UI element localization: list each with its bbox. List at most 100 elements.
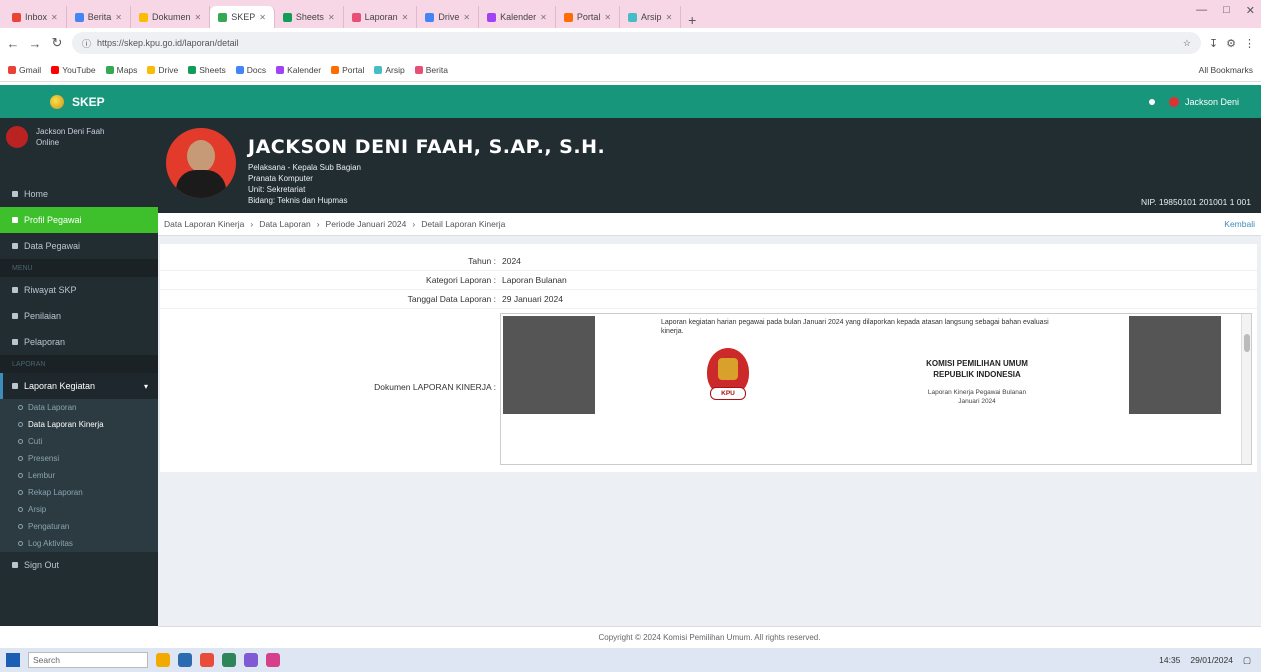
tab-close-icon[interactable]: ✕ — [115, 13, 122, 22]
sidebar-item[interactable]: Pelaporan — [0, 329, 158, 355]
doc-subtitle: Laporan Kinerja Pegawai Bulanan Januari … — [847, 388, 1107, 406]
bookmark-link[interactable]: Portal — [331, 65, 364, 75]
brand[interactable]: SKEP — [0, 94, 158, 109]
tab-close-icon[interactable]: ✕ — [666, 13, 673, 22]
new-tab-button[interactable]: + — [681, 12, 703, 28]
tab-favicon-icon — [563, 12, 573, 22]
url-text[interactable]: https://skep.kpu.go.id/laporan/detail — [97, 38, 1177, 48]
forward-icon[interactable]: → — [28, 36, 42, 51]
browser-tab[interactable]: Berita ✕ — [67, 6, 131, 28]
bookmark-link[interactable]: Berita — [414, 65, 448, 75]
sidebar-item[interactable]: Profil Pegawai — [0, 207, 158, 233]
sidebar-subitem[interactable]: Data Laporan — [0, 399, 158, 416]
tab-title: Portal — [576, 12, 601, 22]
clock-date[interactable]: 29/01/2024 — [1190, 655, 1233, 665]
start-icon[interactable] — [6, 653, 20, 667]
sidebar-item[interactable]: Home — [0, 181, 158, 207]
all-bookmarks-link[interactable]: All Bookmarks — [1199, 65, 1253, 75]
bookmark-favicon-icon — [276, 65, 285, 74]
sidebar-subitem[interactable]: Presensi — [0, 450, 158, 467]
browser-tab[interactable]: Sheets ✕ — [275, 6, 344, 28]
sidebar-item[interactable]: Sign Out — [0, 552, 158, 578]
site-info-icon[interactable]: ⓘ — [82, 37, 91, 50]
back-icon[interactable]: ← — [6, 36, 20, 51]
sidebar-item[interactable]: Data Pegawai — [0, 233, 158, 259]
circle-icon — [18, 524, 23, 529]
bookmark-link[interactable]: Gmail — [8, 65, 41, 75]
tab-close-icon[interactable]: ✕ — [328, 13, 335, 22]
tab-favicon-icon — [351, 12, 361, 22]
tab-title: Kalender — [500, 12, 537, 22]
sidebar-subitem[interactable]: Cuti — [0, 433, 158, 450]
sidebar-item[interactable]: Penilaian — [0, 303, 158, 329]
os-taskbar: Search 14:35 29/01/2024 ▢ — [0, 648, 1261, 672]
clock-time[interactable]: 14:35 — [1159, 655, 1180, 665]
bookmark-link[interactable]: YouTube — [51, 65, 96, 75]
bookmark-star-icon[interactable]: ☆ — [1183, 38, 1191, 49]
browser-tab[interactable]: SKEP ✕ — [210, 6, 275, 28]
browser-tab[interactable]: Drive ✕ — [417, 6, 480, 28]
extensions-icon[interactable]: ⚙ — [1226, 37, 1236, 50]
menu-item-icon — [12, 243, 18, 249]
breadcrumb-item[interactable]: Periode Januari 2024 — [326, 219, 407, 229]
sidebar-subitem[interactable]: Lembur — [0, 467, 158, 484]
browser-tab[interactable]: Arsip ✕ — [620, 6, 682, 28]
notification-center-icon[interactable]: ▢ — [1243, 655, 1251, 666]
bookmark-link[interactable]: Maps — [105, 65, 137, 75]
bookmark-link[interactable]: Arsip — [374, 64, 405, 75]
user-menu[interactable]: Jackson Deni — [1168, 96, 1239, 107]
bookmark-link[interactable]: Docs — [235, 65, 266, 75]
pdf-scrollbar[interactable] — [1241, 314, 1251, 464]
minimize-icon[interactable]: — — [1196, 4, 1207, 17]
browser-tab[interactable]: Laporan ✕ — [344, 6, 418, 28]
taskbar-app-icon[interactable] — [244, 653, 258, 667]
taskbar-app-icon[interactable] — [200, 653, 214, 667]
pdf-viewer[interactable]: Laporan kegiatan harian pegawai pada bul… — [500, 313, 1252, 465]
sidebar-subitem[interactable]: Rekap Laporan — [0, 484, 158, 501]
tab-close-icon[interactable]: ✕ — [51, 13, 58, 22]
breadcrumb-item[interactable]: Data Laporan Kinerja — [164, 219, 244, 229]
pdf-page[interactable]: Laporan kegiatan harian pegawai pada bul… — [597, 316, 1125, 414]
tab-close-icon[interactable]: ✕ — [194, 13, 201, 22]
sidebar-item[interactable]: Riwayat SKP — [0, 277, 158, 303]
taskbar-app-icon[interactable] — [222, 653, 236, 667]
sidebar-subitem[interactable]: Arsip — [0, 501, 158, 518]
maximize-icon[interactable]: □ — [1223, 4, 1230, 17]
taskbar-app-icon[interactable] — [266, 653, 280, 667]
bookmark-link[interactable]: Drive — [147, 65, 178, 75]
browser-tab[interactable]: Kalender ✕ — [479, 6, 556, 28]
menu-item-icon — [12, 383, 18, 389]
sidebar-subitem[interactable]: Data Laporan Kinerja — [0, 416, 158, 433]
browser-tab[interactable]: Portal ✕ — [556, 6, 621, 28]
tab-close-icon[interactable]: ✕ — [540, 13, 547, 22]
bookmark-link[interactable]: Kalender — [276, 65, 321, 75]
bookmark-link[interactable]: Sheets — [188, 65, 226, 75]
sidebar-subitem[interactable]: Pengaturan — [0, 518, 158, 535]
reload-icon[interactable]: ↻ — [50, 35, 64, 51]
bookmark-favicon-icon — [188, 65, 197, 74]
browser-tab[interactable]: Dokumen ✕ — [131, 6, 211, 28]
bookmark-label: Arsip — [385, 64, 405, 75]
browser-tab[interactable]: Inbox ✕ — [4, 6, 67, 28]
tab-close-icon[interactable]: ✕ — [402, 13, 409, 22]
back-link[interactable]: Kembali — [1224, 219, 1255, 229]
notification-icon[interactable] — [1148, 98, 1155, 105]
taskbar-app-icon[interactable] — [156, 653, 170, 667]
tab-close-icon[interactable]: ✕ — [604, 13, 611, 22]
close-icon[interactable]: ✕ — [1246, 4, 1255, 17]
tab-favicon-icon — [425, 12, 435, 22]
taskbar-app-icon[interactable] — [178, 653, 192, 667]
download-icon[interactable]: ↧ — [1209, 37, 1218, 50]
breadcrumb-item[interactable]: Data Laporan — [259, 219, 311, 229]
pdf-margin-left — [503, 316, 595, 414]
menu-icon[interactable]: ⋮ — [1244, 37, 1255, 50]
sidebar-subitem[interactable]: Log Aktivitas — [0, 535, 158, 552]
doc-subtitle-line: Laporan Kinerja Pegawai Bulanan — [927, 389, 1027, 396]
taskbar-search[interactable]: Search — [28, 652, 148, 668]
tab-title: Sheets — [295, 12, 324, 22]
tab-close-icon[interactable]: ✕ — [463, 13, 470, 22]
scrollbar-thumb[interactable] — [1244, 334, 1250, 352]
sidebar-item[interactable]: Laporan Kegiatan ▾ — [0, 373, 158, 399]
url-field[interactable]: ⓘ https://skep.kpu.go.id/laporan/detail … — [72, 32, 1201, 54]
tab-close-icon[interactable]: ✕ — [259, 13, 266, 22]
